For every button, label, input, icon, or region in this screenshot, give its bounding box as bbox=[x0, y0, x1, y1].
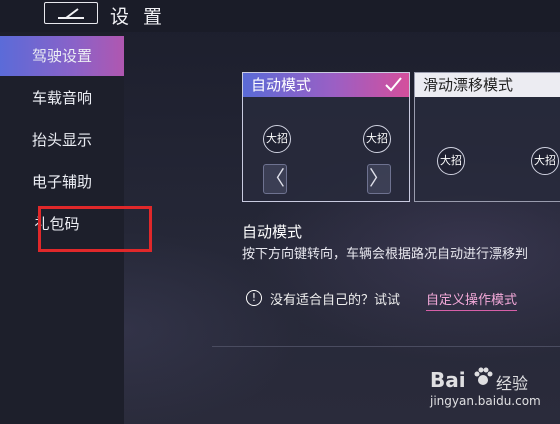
back-button[interactable] bbox=[44, 2, 98, 24]
sidebar-item-hud[interactable]: 抬头显示 bbox=[0, 120, 124, 160]
skill-button-icon: 大招 bbox=[437, 147, 465, 175]
arrow-left-icon: 〈 bbox=[263, 164, 287, 194]
top-bar: 设 置 bbox=[0, 0, 560, 32]
mode-detail-description: 按下方向键转向，车辆会根据路况自动进行漂移判 bbox=[242, 247, 529, 262]
sidebar-item-label: 驾驶设置 bbox=[31, 47, 92, 65]
divider bbox=[212, 346, 560, 347]
mode-card-header: 滑动漂移模式 bbox=[415, 73, 560, 97]
watermark-brand-suffix: 经验 bbox=[496, 374, 529, 393]
mode-card-title: 滑动漂移模式 bbox=[423, 76, 514, 94]
annotation-highlight-box bbox=[38, 206, 152, 252]
mode-detail-title: 自动模式 bbox=[242, 223, 303, 241]
check-icon bbox=[385, 77, 402, 92]
back-icon bbox=[58, 8, 84, 19]
skill-button-icon: 大招 bbox=[531, 147, 559, 175]
skill-button-icon: 大招 bbox=[263, 125, 291, 153]
watermark-brand: Bai bbox=[430, 368, 466, 392]
mode-card-drift[interactable]: 滑动漂移模式 大招 大招 bbox=[414, 72, 560, 202]
arrow-right-icon: 〉 bbox=[367, 164, 391, 194]
sidebar-item-car-audio[interactable]: 车载音响 bbox=[0, 78, 124, 118]
watermark-url: jingyan.baidu.com bbox=[430, 394, 541, 408]
mode-card-auto[interactable]: 自动模式 大招 大招 〈 〉 bbox=[242, 72, 410, 202]
mode-card-header: 自动模式 bbox=[243, 73, 409, 97]
sidebar-item-electronic-assist[interactable]: 电子辅助 bbox=[0, 162, 124, 202]
info-icon: ! bbox=[246, 290, 262, 306]
sidebar-item-label: 电子辅助 bbox=[31, 173, 92, 191]
sidebar-item-label: 抬头显示 bbox=[31, 131, 92, 149]
page-title: 设 置 bbox=[110, 6, 167, 28]
sidebar-item-driving-settings[interactable]: 驾驶设置 bbox=[0, 36, 124, 76]
custom-controls-link[interactable]: 自定义操作模式 bbox=[426, 289, 518, 311]
skill-button-icon: 大招 bbox=[363, 125, 391, 153]
tip-text: 没有适合自己的？试试 bbox=[270, 293, 401, 308]
mode-card-title: 自动模式 bbox=[251, 76, 312, 94]
paw-icon bbox=[474, 367, 493, 385]
sidebar-item-label: 车载音响 bbox=[31, 89, 92, 107]
